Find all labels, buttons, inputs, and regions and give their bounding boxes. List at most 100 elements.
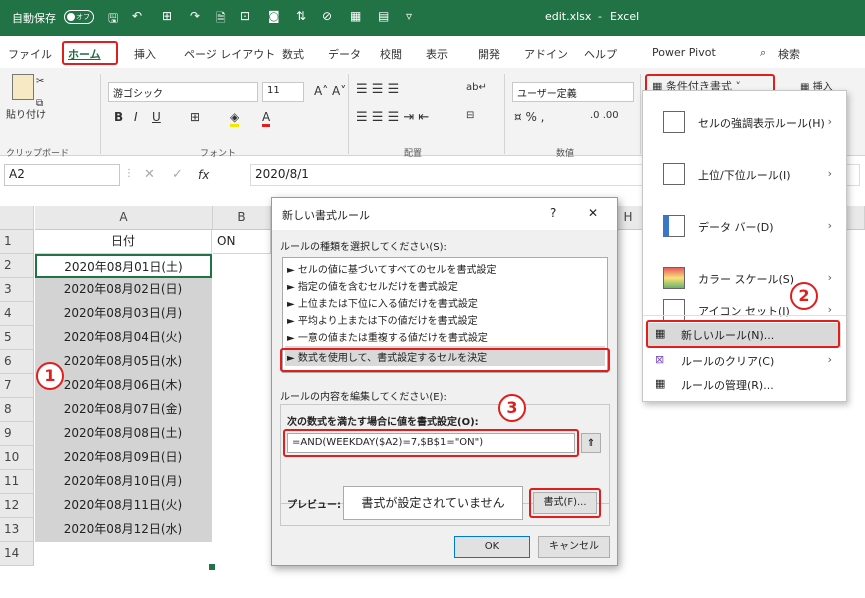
row-header[interactable]: 3 [0, 278, 34, 302]
name-box[interactable]: A2 [4, 164, 120, 186]
table-icon[interactable]: ▦ [350, 9, 361, 23]
autosave-toggle[interactable]: オフ [64, 10, 94, 24]
menu-item-clear-rules[interactable]: ⊠ ルールのクリア(C) › [643, 353, 846, 375]
fill-handle[interactable] [209, 564, 215, 570]
merge-center-icon[interactable]: ⊟ [466, 110, 474, 121]
menu-item-manage-rules[interactable]: ▦ ルールの管理(R)... [643, 377, 846, 399]
menu-item-label: ルールの管理(R)... [681, 379, 774, 392]
cell-a2-active[interactable]: 2020年08月01日(土) [35, 254, 212, 278]
ok-button[interactable]: OK [454, 536, 530, 558]
cell-a1[interactable]: 日付 [35, 230, 212, 254]
tab-file[interactable]: ファイル [8, 46, 52, 62]
borders-icon[interactable]: ⊞ [190, 110, 200, 124]
grow-font-icon[interactable]: A˄ A˅ [314, 84, 346, 98]
currency-icon[interactable]: ¤ % , [514, 110, 544, 124]
table-row[interactable]: 2020年08月02日(日) [35, 278, 212, 302]
menu-item-highlight-rules[interactable]: セルの強調表示ルール(H) › [643, 97, 846, 149]
menu-item-top-bottom[interactable]: 上位/下位ルール(I) › [643, 149, 846, 201]
row-header[interactable]: 7 [0, 374, 34, 398]
table-row[interactable]: 2020年08月08日(土) [35, 422, 212, 446]
underline-button[interactable]: U [152, 110, 161, 124]
list-item[interactable]: ► 平均より上または下の値だけを書式設定 [287, 312, 478, 327]
menu-item-label: カラー スケール(S) [698, 273, 795, 286]
row-header[interactable]: 11 [0, 470, 34, 494]
row-header[interactable]: 9 [0, 422, 34, 446]
select-all-corner[interactable] [0, 206, 34, 230]
row-header[interactable]: 2 [0, 254, 34, 278]
tab-developer[interactable]: 開発 [478, 46, 500, 62]
row-header[interactable]: 4 [0, 302, 34, 326]
fill-color-icon[interactable]: ◈ [230, 110, 240, 127]
font-name-box[interactable]: 游ゴシック [108, 82, 258, 102]
list-item[interactable]: ► 一意の値または重複する値だけを書式設定 [287, 329, 488, 344]
table-row[interactable]: 2020年08月03日(月) [35, 302, 212, 326]
search-icon[interactable]: ⌕ [760, 46, 766, 60]
preview-area: プレビュー: 書式が設定されていません 書式(F)... [280, 482, 610, 526]
insert-function-icon[interactable]: fx [198, 168, 209, 182]
number-format-box[interactable]: ユーザー定義 [512, 82, 634, 102]
row-header[interactable]: 6 [0, 350, 34, 374]
paste-icon[interactable] [12, 74, 34, 100]
table-row[interactable]: 2020年08月04日(火) [35, 326, 212, 350]
undo-icon[interactable]: ↶ [132, 9, 142, 23]
row-header[interactable]: 13 [0, 518, 34, 542]
align-left-icon[interactable]: ☰ ☰ ☰ ⇥ ⇤ [356, 110, 429, 125]
format-painter-icon[interactable]: ⊡ [240, 9, 250, 23]
redo-icon[interactable]: ↷ [190, 9, 200, 23]
font-size-box[interactable]: 11 [262, 82, 304, 102]
qat-more-icon[interactable]: ▿ [406, 9, 412, 23]
save-icon[interactable]: 🖫 [108, 9, 118, 30]
tab-review[interactable]: 校閲 [380, 46, 402, 62]
tab-formulas[interactable]: 数式 [282, 46, 304, 62]
tab-insert[interactable]: 挿入 [134, 46, 156, 62]
filter-icon[interactable]: ⊘ [322, 9, 332, 23]
bold-button[interactable]: B [114, 110, 123, 124]
print-preview-icon[interactable]: 🗎 [216, 9, 226, 30]
list-item[interactable]: ► セルの値に基づいてすべてのセルを書式設定 [287, 261, 496, 276]
row-header[interactable]: 8 [0, 398, 34, 422]
row-header[interactable]: 14 [0, 542, 34, 566]
cancel-icon[interactable]: ✕ [144, 167, 155, 182]
row-header[interactable]: 12 [0, 494, 34, 518]
camera-icon[interactable]: ◙ [268, 9, 280, 23]
table-row[interactable]: 2020年08月12日(水) [35, 518, 212, 542]
font-color-icon[interactable]: A [262, 110, 271, 127]
table-row[interactable]: 2020年08月10日(月) [35, 470, 212, 494]
wrap-text-icon[interactable]: ab↵ [466, 82, 487, 93]
copy-icon[interactable]: ⧉ [36, 98, 43, 109]
list-item[interactable]: ► 指定の値を含むセルだけを書式設定 [287, 278, 458, 293]
tab-help[interactable]: ヘルプ [584, 46, 617, 62]
tab-data[interactable]: データ [328, 46, 361, 62]
column-header-b[interactable]: B [213, 206, 271, 230]
align-top-icon[interactable]: ☰ ☰ ☰ [356, 82, 399, 97]
table-row[interactable]: 2020年08月07日(金) [35, 398, 212, 422]
decimal-icon[interactable]: .0 .00 [590, 110, 619, 121]
close-icon[interactable]: ✕ [588, 206, 598, 220]
tab-power-pivot[interactable]: Power Pivot [652, 46, 716, 59]
edit-rule-label: ルールの内容を編集してください(E): [280, 392, 447, 403]
menu-item-data-bars[interactable]: データ バー(D) › [643, 201, 846, 253]
tab-page-layout[interactable]: ページ レイアウト [184, 46, 275, 62]
confirm-icon[interactable]: ✓ [172, 167, 183, 182]
italic-button[interactable]: I [134, 110, 138, 124]
table-row[interactable]: 2020年08月09日(日) [35, 446, 212, 470]
cut-icon[interactable]: ✂ [36, 76, 44, 87]
tab-view[interactable]: 表示 [426, 46, 448, 62]
cell-b1[interactable]: ON [213, 230, 271, 254]
divider [348, 74, 349, 154]
column-header-a[interactable]: A [35, 206, 213, 230]
ribbon-tabs: ファイル ホーム 挿入 ページ レイアウト 数式 データ 校閲 表示 開発 アド… [0, 36, 865, 68]
sort-icon[interactable]: ⇅ [296, 9, 306, 23]
search-label[interactable]: 検索 [778, 46, 800, 62]
list-item[interactable]: ► 上位または下位に入る値だけを書式設定 [287, 295, 478, 310]
table-row[interactable]: 2020年08月11日(火) [35, 494, 212, 518]
collapse-dialog-icon[interactable]: ⇑ [581, 433, 601, 453]
border-icon[interactable]: ⊞ [162, 9, 172, 23]
grid-icon[interactable]: ▤ [378, 9, 389, 23]
row-header[interactable]: 10 [0, 446, 34, 470]
help-button[interactable]: ? [550, 206, 556, 220]
row-header[interactable]: 5 [0, 326, 34, 350]
tab-addins[interactable]: アドイン [524, 46, 568, 62]
row-header[interactable]: 1 [0, 230, 34, 254]
cancel-button[interactable]: キャンセル [538, 536, 610, 558]
